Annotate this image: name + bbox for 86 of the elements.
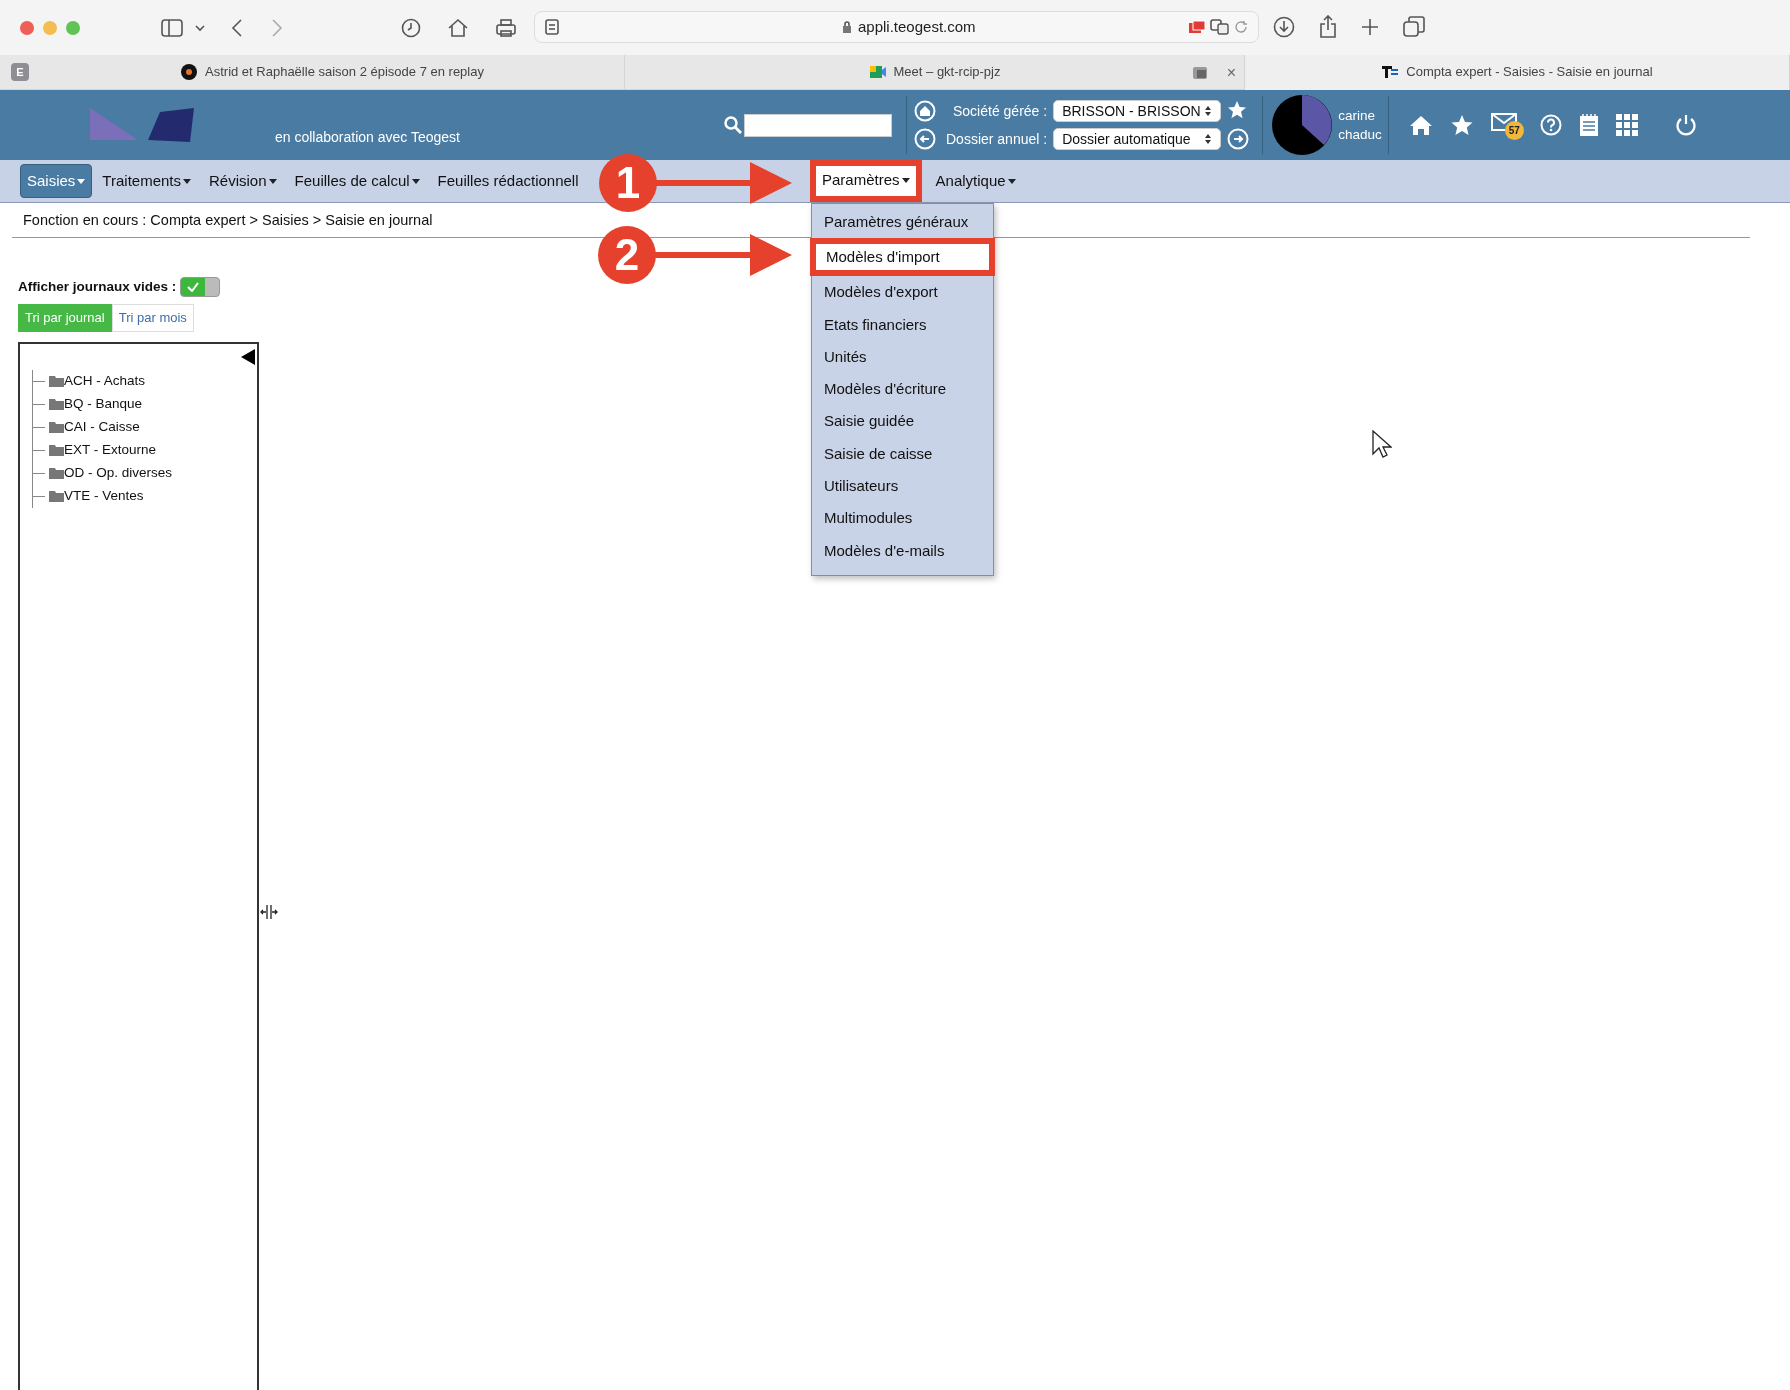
clock-icon[interactable] — [401, 17, 421, 38]
tree-item[interactable]: BQ - Banque — [64, 394, 143, 415]
tree-item[interactable]: ACH - Achats — [64, 371, 146, 392]
grid-icon[interactable] — [1615, 114, 1638, 136]
breadcrumb: Fonction en cours : Compta expert > Saisies > Saisie en journal — [23, 212, 433, 228]
tagline: en collaboration avec Teogest — [275, 127, 460, 147]
select-field[interactable]: BRISSON - BRISSON — [1053, 100, 1222, 122]
back-icon[interactable] — [231, 18, 243, 37]
dropdown-item[interactable]: Modèles d'import — [810, 238, 995, 277]
site-icon — [868, 63, 887, 81]
sidebar-icon[interactable] — [161, 18, 183, 37]
check-icon — [187, 282, 200, 293]
lock-icon — [842, 20, 852, 34]
menu-item[interactable]: Feuilles rédactionnell — [431, 164, 585, 198]
menu-item[interactable]: Révision — [203, 164, 283, 198]
translate-icon[interactable] — [1209, 19, 1230, 35]
dropdown-item[interactable]: Saisie de caisse — [812, 437, 993, 471]
search-icon[interactable] — [724, 116, 742, 134]
reader-icon[interactable] — [545, 19, 559, 35]
picture-in-picture-icon[interactable] — [1192, 65, 1208, 80]
dropdown-item[interactable]: Modèles d'écriture — [812, 373, 993, 406]
dropdown-item[interactable]: Saisie guidée — [812, 405, 993, 438]
reload-icon[interactable] — [1233, 20, 1248, 34]
screen-share-icon[interactable] — [1187, 20, 1206, 34]
dropdown-item[interactable]: Utilisateurs — [812, 470, 993, 503]
folder-icon — [49, 421, 64, 434]
cursor-icon — [1372, 430, 1392, 458]
chevron-down-icon[interactable] — [195, 23, 205, 32]
browser-tab[interactable]: Meet – gkt-rcip-pjz × — [625, 54, 1245, 90]
tree-item[interactable]: OD - Op. diverses — [64, 463, 173, 484]
field-label: Société gérée : — [953, 101, 1048, 121]
star-icon[interactable] — [1227, 100, 1248, 120]
printer-icon[interactable] — [495, 17, 517, 38]
folder-icon — [49, 490, 64, 503]
toggle-switch[interactable] — [180, 277, 221, 298]
plus-icon[interactable] — [1361, 18, 1379, 36]
power-icon[interactable] — [1674, 114, 1697, 136]
avatar[interactable] — [1272, 95, 1333, 155]
home-icon[interactable] — [447, 17, 469, 38]
notepad-icon[interactable] — [1578, 113, 1599, 137]
resize-handle-icon[interactable] — [260, 905, 278, 919]
url-text: appli.teogest.com — [858, 16, 976, 37]
previous-icon[interactable] — [914, 128, 936, 150]
search-field[interactable] — [744, 113, 892, 137]
sort-tab[interactable]: Tri par mois — [111, 304, 194, 332]
user-name: carine — [1338, 107, 1376, 125]
stepper-icon — [1204, 105, 1213, 117]
step-number: 2 — [598, 226, 656, 284]
folder-icon — [49, 467, 64, 480]
user-name: chaduc — [1338, 126, 1382, 144]
menu-item[interactable]: Traitements — [96, 164, 197, 198]
browser-tab[interactable]: Astrid et Raphaëlle saison 2 épisode 7 en replay — [40, 54, 625, 90]
window-control-button[interactable] — [20, 20, 34, 35]
download-icon[interactable] — [1273, 16, 1295, 38]
home-icon[interactable] — [1408, 114, 1433, 136]
dropdown-item[interactable]: Unités — [812, 340, 993, 374]
tabs-overview-icon[interactable] — [1403, 16, 1425, 38]
field-label: Dossier annuel : — [946, 129, 1048, 149]
dropdown-item[interactable]: Modèles d'e-mails — [812, 534, 993, 567]
tree-item[interactable]: EXT - Extourne — [64, 440, 157, 461]
count-badge: 57 — [1504, 121, 1524, 140]
folder-icon — [49, 398, 64, 411]
dropdown-item[interactable]: Multimodules — [812, 502, 993, 535]
share-icon[interactable] — [1319, 15, 1337, 39]
toggle-label: Afficher journaux vides : — [18, 278, 177, 296]
select-field[interactable]: Dossier automatique — [1053, 128, 1222, 150]
menu-item[interactable]: Feuilles de calcul — [288, 164, 426, 198]
dropdown-item[interactable]: Modèles d'export — [812, 276, 993, 309]
folder-icon — [49, 444, 64, 457]
menu-item[interactable]: Saisies — [20, 163, 93, 199]
stepper-icon — [1204, 133, 1213, 145]
site-icon — [1381, 63, 1400, 81]
browser-tab[interactable]: Compta expert - Saisies - Saisie en journal — [1245, 54, 1790, 90]
dropdown-item[interactable]: Etats financiers — [812, 308, 993, 341]
help-icon[interactable] — [1539, 114, 1562, 136]
next-icon[interactable] — [1227, 128, 1250, 150]
folder-icon — [49, 375, 64, 388]
close-tab-button[interactable]: × — [1226, 60, 1236, 85]
collapse-icon[interactable] — [241, 348, 255, 365]
address-bar[interactable]: appli.teogest.com — [534, 11, 1259, 43]
menu-item[interactable]: Paramètres — [810, 159, 922, 203]
menu-item[interactable]: Analytique — [929, 164, 1022, 198]
dropdown-item[interactable]: Paramètres généraux — [812, 206, 993, 239]
tree-item[interactable]: VTE - Ventes — [64, 486, 144, 507]
tree-item[interactable]: CAI - Caisse — [64, 417, 140, 438]
site-icon — [180, 63, 198, 81]
